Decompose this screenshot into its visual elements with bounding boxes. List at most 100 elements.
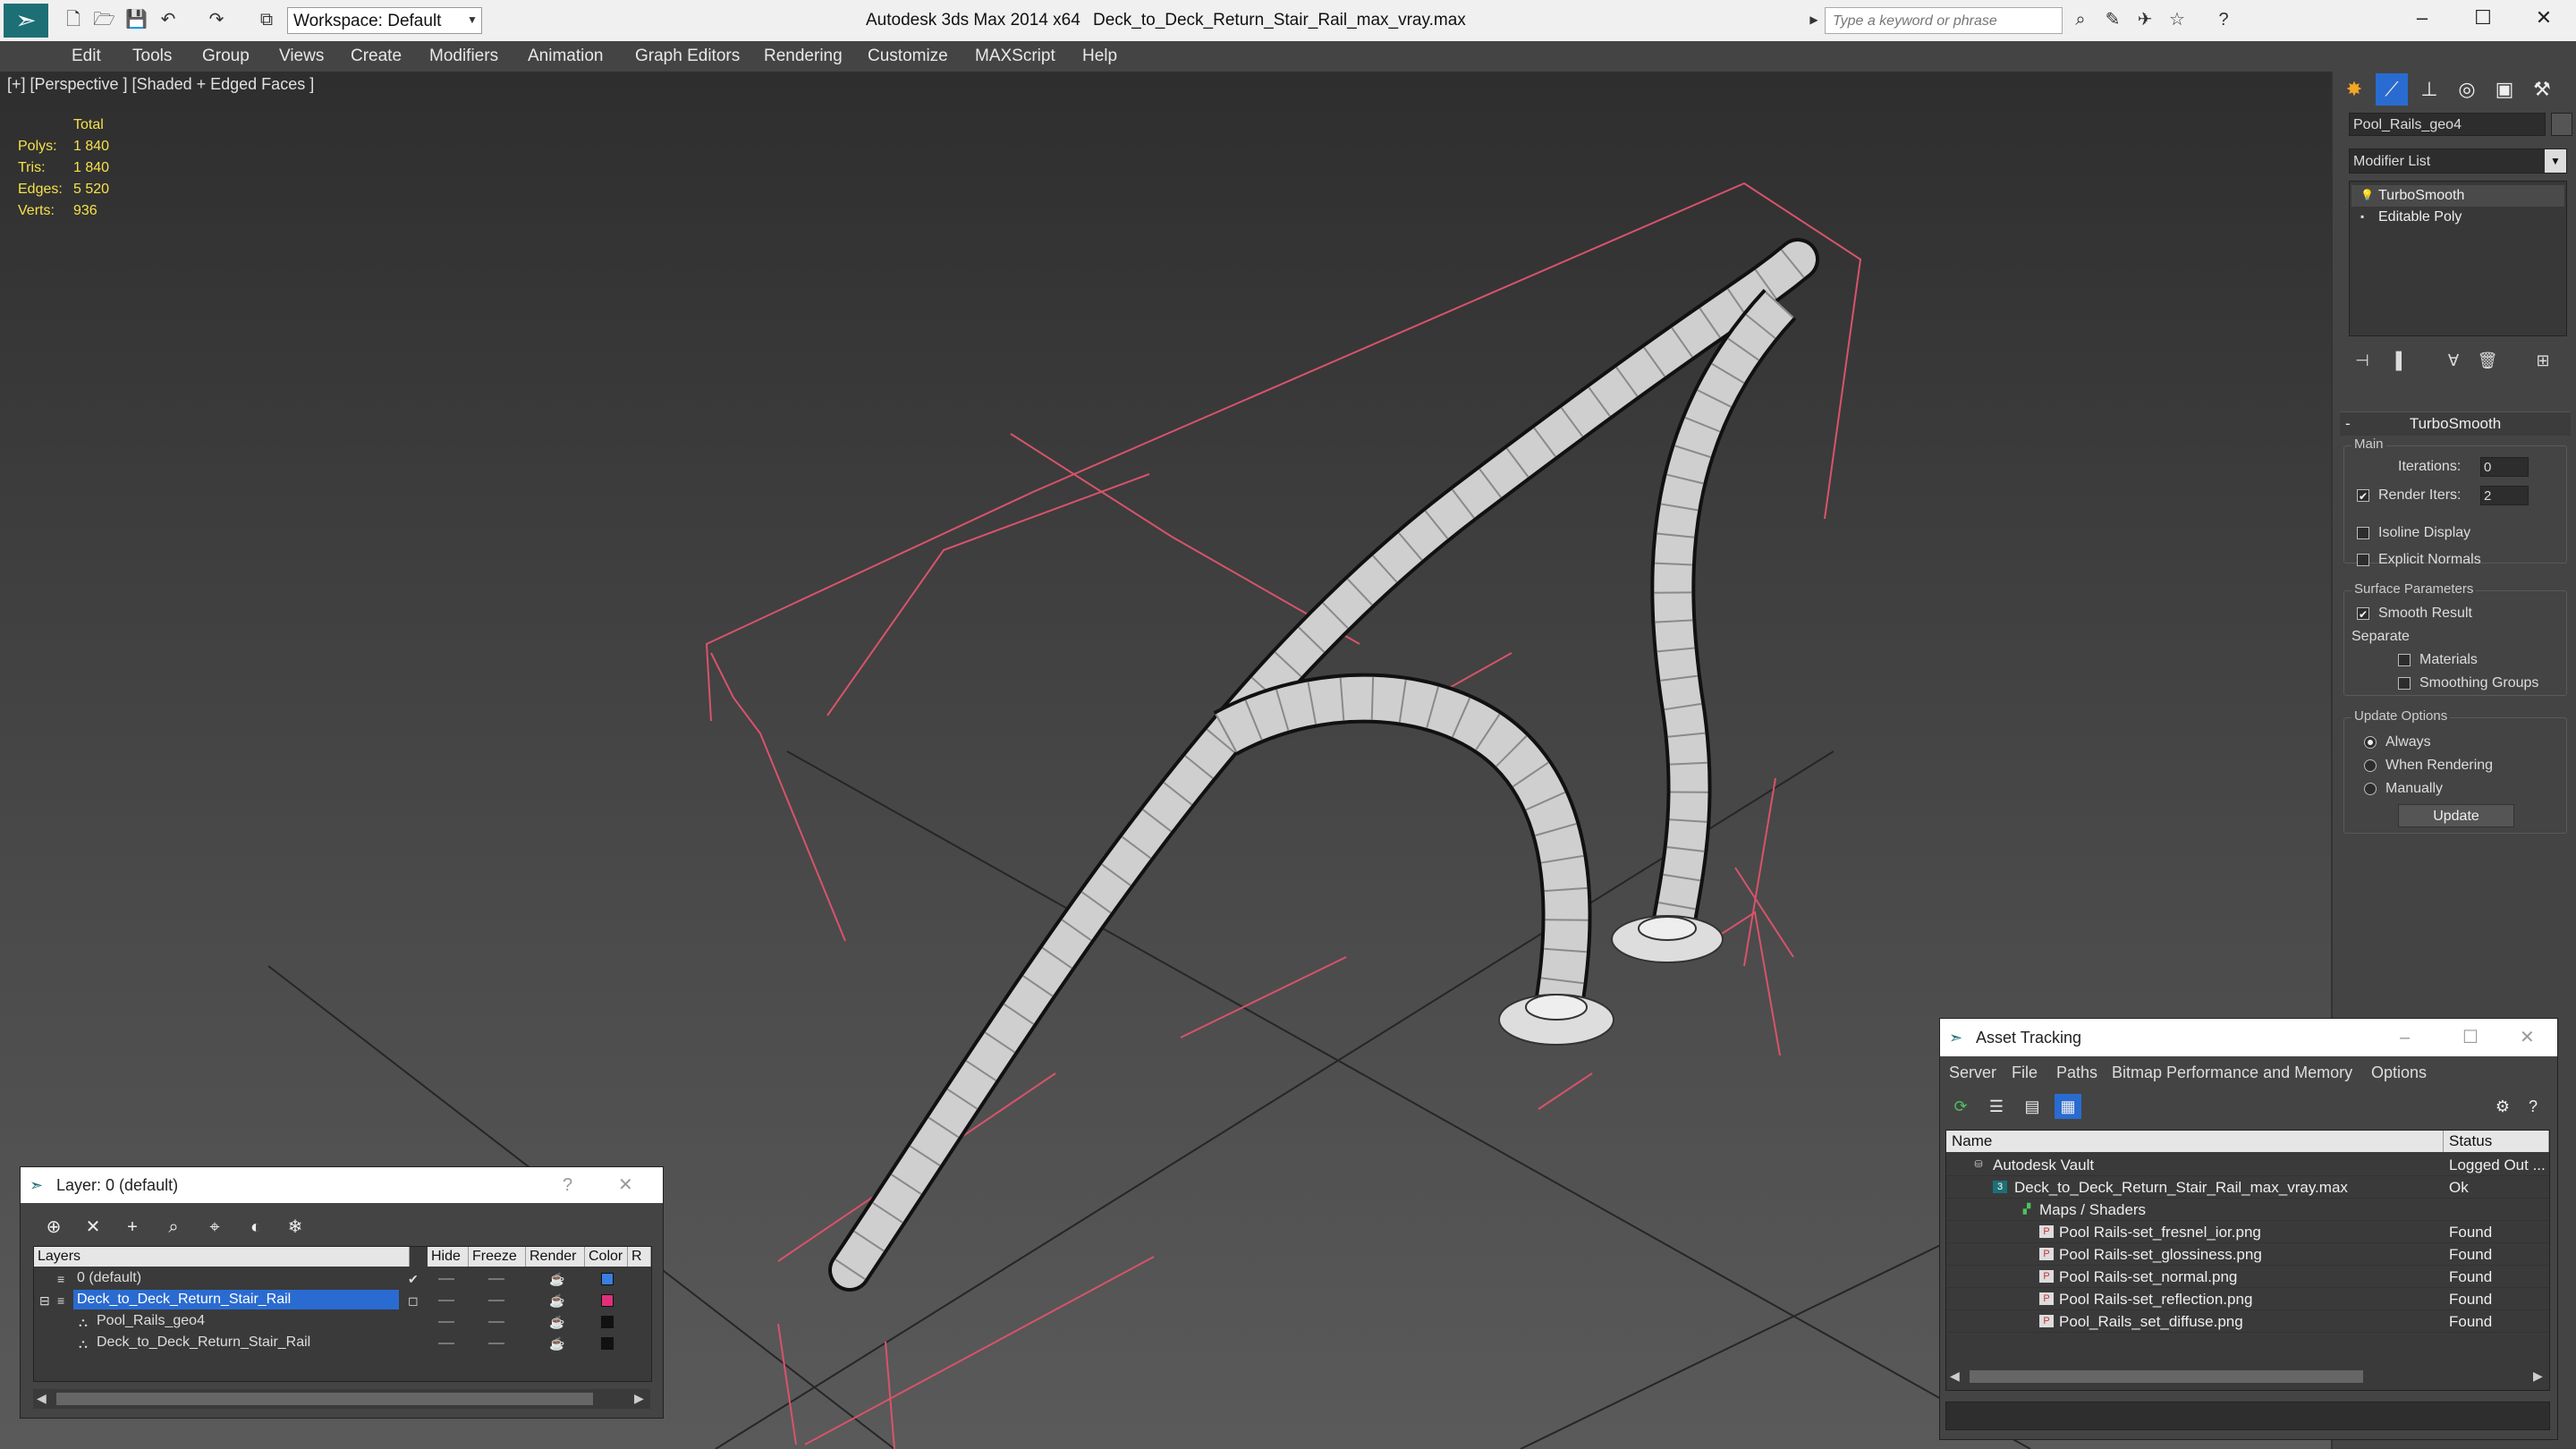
column-header-status[interactable]: Status <box>2444 1131 2549 1152</box>
asset-row[interactable]: P Pool Rails-set_glossiness.png Found <box>1946 1243 2549 1266</box>
new-file-icon[interactable]: 🗋 <box>63 9 84 30</box>
layer-color-swatch[interactable] <box>601 1337 614 1350</box>
column-header-freeze[interactable]: Freeze <box>469 1247 526 1267</box>
workspace-dropdown[interactable]: Workspace: Default <box>287 7 482 34</box>
layer-color-swatch[interactable] <box>601 1316 614 1328</box>
scroll-left-icon[interactable]: ◀ <box>37 1391 47 1406</box>
layer-name[interactable]: Deck_to_Deck_Return_Stair_Rail <box>97 1333 310 1352</box>
table-view-icon[interactable]: ▦ <box>2055 1094 2081 1119</box>
freeze-toggle[interactable] <box>488 1300 504 1301</box>
menu-graph-editors[interactable]: Graph Editors <box>635 41 740 72</box>
menu-create[interactable]: Create <box>351 41 402 72</box>
freeze-toggle[interactable] <box>488 1278 504 1280</box>
expand-plus-icon[interactable]: ▪ <box>2360 211 2371 222</box>
make-unique-icon[interactable]: ∀ <box>2438 347 2469 374</box>
render-teapot-icon[interactable]: ☕ <box>549 1290 564 1311</box>
modifier-list-dropdown[interactable]: Modifier List ▼ <box>2349 148 2567 174</box>
configure-modifier-sets-icon[interactable]: ⊞ <box>2528 347 2558 374</box>
scroll-right-icon[interactable]: ▶ <box>634 1391 644 1406</box>
hierarchy-tab-icon[interactable]: ⊥ <box>2413 73 2445 106</box>
pin-stack-icon[interactable]: ⊣ <box>2347 347 2377 374</box>
communication-icon[interactable]: ✈ <box>2134 9 2156 30</box>
details-view-icon[interactable]: ▤ <box>2019 1094 2046 1119</box>
hide-toggle[interactable] <box>438 1321 454 1323</box>
asset-row[interactable]: 3 Deck_to_Deck_Return_Stair_Rail_max_vra… <box>1946 1176 2549 1199</box>
rollout-collapse-icon[interactable]: - <box>2345 412 2351 436</box>
lightbulb-icon[interactable]: 💡 <box>2360 190 2374 200</box>
close-button[interactable]: ✕ <box>2520 1019 2535 1056</box>
create-tab-icon[interactable]: ✸ <box>2338 73 2370 106</box>
freeze-all-layers-icon[interactable]: ❄ <box>282 1214 309 1241</box>
menu-group[interactable]: Group <box>202 41 250 72</box>
set-active-layer-icon[interactable]: ◻ <box>408 1290 419 1311</box>
layer-horizontal-scrollbar[interactable]: ◀ ▶ <box>33 1389 650 1409</box>
remove-modifier-icon[interactable]: 🗑 <box>2472 347 2503 374</box>
when-rendering-radio[interactable] <box>2364 759 2377 772</box>
minimize-button[interactable]: – <box>2400 1019 2410 1056</box>
manually-radio[interactable] <box>2364 783 2377 795</box>
asset-row[interactable]: P Pool Rails-set_fresnel_ior.png Found <box>1946 1221 2549 1243</box>
asset-row[interactable]: P Pool Rails-set_normal.png Found <box>1946 1266 2549 1288</box>
display-tab-icon[interactable]: ▣ <box>2488 73 2521 106</box>
column-header-name[interactable]: Name <box>1946 1131 2444 1152</box>
rail-post[interactable] <box>1611 288 1797 963</box>
layer-row[interactable]: ⊟ ≡ Deck_to_Deck_Return_Stair_Rail ◻ ☕ <box>34 1290 651 1311</box>
utilities-tab-icon[interactable]: ⚒ <box>2526 73 2558 106</box>
rollout-turbosmooth-title[interactable]: - TurboSmooth <box>2340 411 2571 436</box>
smoothing-groups-checkbox[interactable] <box>2398 677 2411 690</box>
menu-edit[interactable]: Edit <box>72 41 101 72</box>
asset-menu-options[interactable]: Options <box>2371 1063 2427 1082</box>
layer-row[interactable]: ⛬ Deck_to_Deck_Return_Stair_Rail ☕ <box>34 1333 651 1354</box>
chevron-down-icon[interactable]: ▼ <box>2545 149 2566 173</box>
column-header-r[interactable]: R <box>628 1247 651 1267</box>
refresh-icon[interactable]: ⟳ <box>1947 1094 1974 1119</box>
layer-row[interactable]: ≡ 0 (default) ✔ ☕ <box>34 1268 651 1290</box>
render-teapot-icon[interactable]: ☕ <box>549 1333 564 1354</box>
freeze-toggle[interactable] <box>488 1343 504 1344</box>
menu-modifiers[interactable]: Modifiers <box>429 41 498 72</box>
smooth-result-checkbox[interactable]: ✔ <box>2357 607 2369 621</box>
scroll-left-icon[interactable]: ◀ <box>1950 1368 1960 1384</box>
scroll-thumb[interactable] <box>1970 1370 2363 1383</box>
menu-views[interactable]: Views <box>279 41 324 72</box>
modify-tab-icon[interactable]: ⟋ <box>2376 73 2408 106</box>
highlight-layer-icon[interactable]: ⌖ <box>201 1214 228 1241</box>
menu-help[interactable]: Help <box>1082 41 1117 72</box>
column-header-color[interactable]: Color <box>585 1247 628 1267</box>
scroll-right-icon[interactable]: ▶ <box>2533 1368 2543 1384</box>
render-iters-spinner[interactable]: 2 <box>2480 486 2529 505</box>
menu-maxscript[interactable]: MAXScript <box>975 41 1055 72</box>
column-header-layers[interactable]: Layers <box>34 1247 410 1267</box>
asset-horizontal-scrollbar[interactable]: ◀ ▶ <box>1946 1367 2549 1386</box>
list-view-icon[interactable]: ☰ <box>1983 1094 2010 1119</box>
freeze-toggle[interactable] <box>488 1321 504 1323</box>
update-button[interactable]: Update <box>2398 804 2514 827</box>
open-file-icon[interactable]: 🗁 <box>93 9 115 30</box>
render-iters-checkbox[interactable]: ✔ <box>2357 489 2369 503</box>
workspace-dropdown-arrow-icon[interactable]: ▼ <box>462 9 483 30</box>
redo-icon[interactable]: ↷ <box>206 9 227 30</box>
hide-toggle[interactable] <box>438 1300 454 1301</box>
object-name-field[interactable]: Pool_Rails_geo4 <box>2349 113 2546 136</box>
layer-name[interactable]: Pool_Rails_geo4 <box>97 1311 205 1331</box>
hide-toggle[interactable] <box>438 1343 454 1344</box>
explicit-normals-checkbox[interactable] <box>2357 554 2369 566</box>
column-header-render[interactable]: Render <box>526 1247 585 1267</box>
search-input[interactable]: Type a keyword or phrase <box>1825 7 2063 34</box>
asset-menu-paths[interactable]: Paths <box>2056 1063 2097 1082</box>
asset-row[interactable]: ⛁ Autodesk Vault Logged Out ... <box>1946 1154 2549 1176</box>
app-logo[interactable]: ➣ <box>4 4 48 38</box>
collapse-icon[interactable]: ⊟ <box>39 1290 50 1311</box>
object-color-swatch[interactable] <box>2551 113 2572 136</box>
asset-row[interactable]: ▞ Maps / Shaders <box>1946 1199 2549 1221</box>
stack-item-turbosmooth[interactable]: 💡 TurboSmooth <box>2351 185 2564 207</box>
vault-connect-icon[interactable]: ⚙ <box>2489 1094 2516 1119</box>
layer-row[interactable]: ⛬ Pool_Rails_geo4 ☕ <box>34 1311 651 1333</box>
help-button[interactable]: ? <box>563 1167 572 1203</box>
search-expand-icon[interactable]: ▶ <box>1803 9 1825 30</box>
create-layer-icon[interactable]: ⊕ <box>40 1214 67 1241</box>
asset-row[interactable]: P Pool_Rails_set_diffuse.png Found <box>1946 1310 2549 1333</box>
active-layer-check-icon[interactable]: ✔ <box>408 1268 419 1290</box>
project-folder-icon[interactable]: ⧉ <box>256 9 277 30</box>
rail-main[interactable] <box>828 238 1819 1292</box>
